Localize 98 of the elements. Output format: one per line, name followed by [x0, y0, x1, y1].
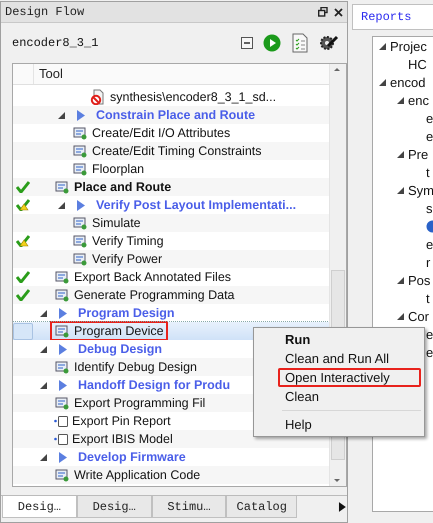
collapse-icon[interactable] — [241, 37, 253, 49]
report-item[interactable]: Sym — [408, 182, 433, 198]
close-icon[interactable] — [334, 8, 343, 16]
tool-icon — [54, 287, 70, 303]
expand-arrow-icon[interactable] — [40, 382, 47, 388]
report-item[interactable]: r — [426, 254, 430, 270]
tool-item[interactable]: Create/Edit Timing Constraints — [68, 141, 266, 161]
tree-row[interactable]: Export IBIS Model — [13, 430, 329, 448]
tool-item[interactable]: Create/Edit I/O Attributes — [68, 123, 234, 143]
triangle-icon — [77, 110, 85, 120]
file-blocked-icon — [90, 89, 106, 105]
group-label[interactable]: Constrain Place and Route — [93, 105, 258, 125]
group-label[interactable]: Develop Firmware — [75, 447, 189, 467]
run-icon[interactable] — [263, 34, 281, 52]
group-label[interactable]: Program Design — [75, 303, 178, 323]
tool-item[interactable]: Generate Programming Data — [50, 285, 238, 305]
expand-arrow-icon[interactable] — [58, 112, 65, 118]
tree-row[interactable]: Write Application Code — [13, 466, 329, 484]
tree-row[interactable]: Generate Programming Data — [13, 286, 329, 304]
tool-icon — [54, 179, 70, 195]
tool-icon — [72, 215, 88, 231]
triangle-icon — [59, 308, 67, 318]
expand-arrow-icon[interactable] — [397, 150, 404, 158]
expand-arrow-icon[interactable] — [58, 202, 65, 208]
expand-arrow-icon[interactable] — [40, 454, 47, 460]
group-label[interactable]: Verify Post Layout Implementati... — [93, 195, 300, 215]
checkbox-icon — [54, 414, 68, 428]
report-item[interactable]: t — [426, 290, 430, 306]
tool-item[interactable]: Floorplan — [68, 159, 148, 179]
report-item[interactable]: HC — [408, 56, 427, 72]
tree-row[interactable]: Verify Power — [13, 250, 329, 268]
tool-item[interactable]: Write Application Code — [50, 465, 204, 485]
tool-icon — [54, 269, 70, 285]
tool-item[interactable]: synthesis\encoder8_3_1_sd... — [86, 87, 280, 107]
tree-row[interactable]: Simulate — [13, 214, 329, 232]
report-item[interactable]: Pre — [408, 146, 428, 162]
tool-item[interactable]: Place and Route — [50, 177, 176, 197]
triangle-icon — [77, 200, 85, 210]
expand-arrow-icon[interactable] — [40, 310, 47, 316]
panel-tab[interactable]: Catalog — [226, 496, 298, 518]
tool-icon — [72, 161, 88, 177]
tool-item[interactable]: Export Programming Fil — [50, 393, 210, 413]
report-item[interactable]: e — [426, 110, 433, 126]
expand-arrow-icon[interactable] — [379, 78, 386, 86]
expand-arrow-icon[interactable] — [397, 276, 404, 284]
panel-tab[interactable]: Stimu… — [152, 496, 226, 518]
gear-wrench-icon[interactable] — [319, 34, 339, 52]
report-item[interactable]: Projec — [390, 38, 427, 54]
tool-item[interactable]: Verify Timing — [68, 231, 168, 251]
expand-arrow-icon[interactable] — [397, 186, 404, 194]
menu-item[interactable]: Open Interactively — [278, 368, 421, 387]
expand-arrow-icon[interactable] — [397, 312, 404, 320]
tool-icon — [54, 359, 70, 375]
report-item[interactable]: s — [426, 200, 432, 216]
tool-item[interactable]: Verify Power — [68, 249, 166, 269]
expand-arrow-icon[interactable] — [40, 346, 47, 352]
group-label[interactable]: Handoff Design for Produ — [75, 375, 234, 395]
tool-item[interactable]: Identify Debug Design — [50, 357, 201, 377]
tool-item[interactable]: Export IBIS Model — [50, 429, 177, 449]
tool-icon — [72, 143, 88, 159]
triangle-icon — [59, 452, 67, 462]
tree-row[interactable]: Create/Edit Timing Constraints — [13, 142, 329, 160]
report-item[interactable]: encod — [390, 74, 426, 90]
panel-title: Design Flow — [5, 5, 86, 19]
tree-row[interactable]: Place and Route — [13, 178, 329, 196]
tool-icon — [72, 233, 88, 249]
checkbox-icon — [54, 432, 68, 446]
project-name: encoder8_3_1 — [12, 36, 100, 50]
triangle-icon — [59, 344, 67, 354]
tool-icon — [54, 467, 70, 483]
report-item[interactable]: Pos — [408, 272, 430, 288]
tool-icon — [72, 125, 88, 141]
report-item[interactable]: e — [426, 326, 433, 342]
report-item[interactable]: enc — [408, 92, 429, 108]
panel-tab[interactable]: Desig… — [2, 496, 77, 518]
tool-icon — [54, 323, 70, 339]
group-label[interactable]: Debug Design — [75, 339, 166, 359]
tool-icon — [54, 395, 70, 411]
restore-icon[interactable] — [318, 7, 328, 17]
column-header[interactable]: Tool — [34, 64, 63, 84]
tool-item[interactable]: Simulate — [68, 213, 145, 233]
reports-tab[interactable]: Reports — [352, 4, 433, 30]
report-item[interactable]: e — [426, 128, 433, 144]
report-item[interactable]: e — [426, 236, 433, 252]
panel-tab[interactable]: Desig… — [76, 496, 152, 518]
scroll-right-icon[interactable] — [337, 501, 348, 513]
report-item[interactable]: Cor — [408, 308, 429, 324]
row-marker — [13, 322, 33, 340]
tree-row[interactable]: Constrain Place and Route — [13, 106, 329, 124]
tool-icon — [72, 251, 88, 267]
report-item[interactable]: t — [426, 164, 430, 180]
report-item[interactable]: e — [426, 344, 433, 360]
checklist-icon[interactable] — [291, 33, 309, 53]
tool-item[interactable]: Export Pin Report — [50, 411, 175, 431]
triangle-icon — [59, 380, 67, 390]
expand-arrow-icon[interactable] — [379, 42, 386, 50]
expand-arrow-icon[interactable] — [397, 96, 404, 104]
tool-item[interactable]: Export Back Annotated Files — [50, 267, 236, 287]
